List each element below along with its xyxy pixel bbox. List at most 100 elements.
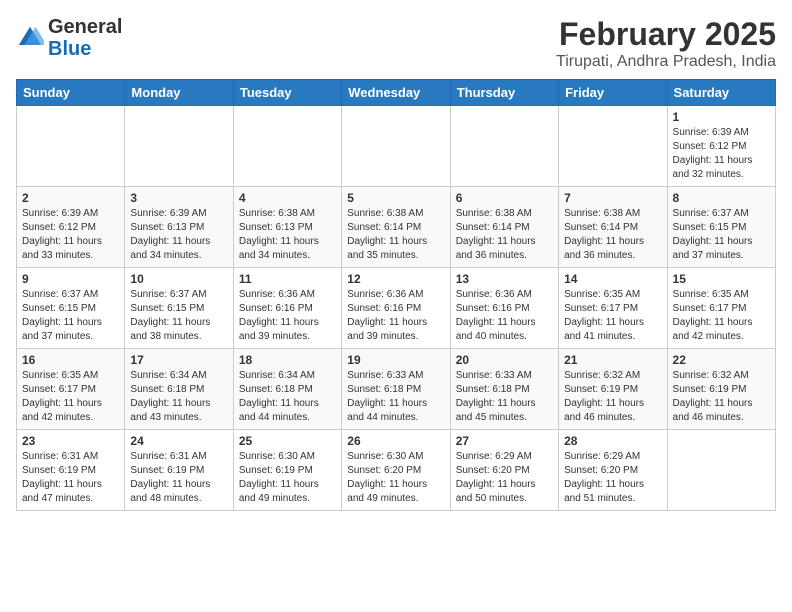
day-number: 22 [673, 353, 770, 367]
day-number: 19 [347, 353, 444, 367]
calendar-body: 1 Sunrise: 6:39 AM Sunset: 6:12 PM Daylig… [17, 106, 776, 511]
calendar-cell: 24 Sunrise: 6:31 AM Sunset: 6:19 PM Dayli… [125, 430, 233, 511]
day-info: Sunrise: 6:38 AM Sunset: 6:13 PM Dayligh… [239, 207, 336, 263]
day-info: Sunrise: 6:37 AM Sunset: 6:15 PM Dayligh… [22, 288, 119, 344]
calendar-cell [17, 106, 125, 187]
logo-icon [16, 24, 44, 52]
page-header: General Blue February 2025 Tirupati, And… [16, 16, 776, 71]
calendar-cell: 26 Sunrise: 6:30 AM Sunset: 6:20 PM Dayli… [342, 430, 450, 511]
logo-general: General [48, 16, 122, 38]
day-number: 16 [22, 353, 119, 367]
calendar-cell: 16 Sunrise: 6:35 AM Sunset: 6:17 PM Dayli… [17, 349, 125, 430]
calendar-cell [667, 430, 775, 511]
day-info: Sunrise: 6:32 AM Sunset: 6:19 PM Dayligh… [564, 369, 661, 425]
calendar-cell: 9 Sunrise: 6:37 AM Sunset: 6:15 PM Daylig… [17, 268, 125, 349]
calendar-week-3: 9 Sunrise: 6:37 AM Sunset: 6:15 PM Daylig… [17, 268, 776, 349]
calendar-week-4: 16 Sunrise: 6:35 AM Sunset: 6:17 PM Dayli… [17, 349, 776, 430]
day-info: Sunrise: 6:29 AM Sunset: 6:20 PM Dayligh… [456, 450, 553, 506]
day-number: 9 [22, 272, 119, 286]
calendar-cell: 21 Sunrise: 6:32 AM Sunset: 6:19 PM Dayli… [559, 349, 667, 430]
day-info: Sunrise: 6:30 AM Sunset: 6:19 PM Dayligh… [239, 450, 336, 506]
day-info: Sunrise: 6:31 AM Sunset: 6:19 PM Dayligh… [22, 450, 119, 506]
logo-blue: Blue [48, 38, 91, 60]
day-info: Sunrise: 6:32 AM Sunset: 6:19 PM Dayligh… [673, 369, 770, 425]
day-number: 21 [564, 353, 661, 367]
day-number: 6 [456, 191, 553, 205]
calendar-cell [125, 106, 233, 187]
calendar-cell: 20 Sunrise: 6:33 AM Sunset: 6:18 PM Dayli… [450, 349, 558, 430]
calendar-cell: 7 Sunrise: 6:38 AM Sunset: 6:14 PM Daylig… [559, 187, 667, 268]
calendar-cell: 15 Sunrise: 6:35 AM Sunset: 6:17 PM Dayli… [667, 268, 775, 349]
calendar-cell: 5 Sunrise: 6:38 AM Sunset: 6:14 PM Daylig… [342, 187, 450, 268]
calendar-cell: 12Sunrise: 6:36 AM Sunset: 6:16 PM Dayli… [342, 268, 450, 349]
weekday-thursday: Thursday [450, 80, 558, 106]
day-number: 1 [673, 110, 770, 124]
day-info: Sunrise: 6:39 AM Sunset: 6:13 PM Dayligh… [130, 207, 227, 263]
day-number: 20 [456, 353, 553, 367]
calendar-cell: 19Sunrise: 6:33 AM Sunset: 6:18 PM Dayli… [342, 349, 450, 430]
calendar-cell: 23 Sunrise: 6:31 AM Sunset: 6:19 PM Dayli… [17, 430, 125, 511]
calendar-cell: 14 Sunrise: 6:35 AM Sunset: 6:17 PM Dayli… [559, 268, 667, 349]
calendar-cell: 11 Sunrise: 6:36 AM Sunset: 6:16 PM Dayli… [233, 268, 341, 349]
calendar-cell: 28Sunrise: 6:29 AM Sunset: 6:20 PM Dayli… [559, 430, 667, 511]
day-number: 2 [22, 191, 119, 205]
weekday-friday: Friday [559, 80, 667, 106]
day-number: 27 [456, 434, 553, 448]
day-info: Sunrise: 6:34 AM Sunset: 6:18 PM Dayligh… [239, 369, 336, 425]
day-number: 14 [564, 272, 661, 286]
calendar-cell [342, 106, 450, 187]
day-info: Sunrise: 6:38 AM Sunset: 6:14 PM Dayligh… [564, 207, 661, 263]
day-number: 15 [673, 272, 770, 286]
weekday-monday: Monday [125, 80, 233, 106]
weekday-sunday: Sunday [17, 80, 125, 106]
day-number: 28 [564, 434, 661, 448]
day-info: Sunrise: 6:37 AM Sunset: 6:15 PM Dayligh… [130, 288, 227, 344]
day-number: 23 [22, 434, 119, 448]
calendar-week-5: 23 Sunrise: 6:31 AM Sunset: 6:19 PM Dayli… [17, 430, 776, 511]
month-year-title: February 2025 [556, 16, 776, 53]
day-number: 25 [239, 434, 336, 448]
day-info: Sunrise: 6:38 AM Sunset: 6:14 PM Dayligh… [347, 207, 444, 263]
day-info: Sunrise: 6:35 AM Sunset: 6:17 PM Dayligh… [673, 288, 770, 344]
day-info: Sunrise: 6:34 AM Sunset: 6:18 PM Dayligh… [130, 369, 227, 425]
day-info: Sunrise: 6:37 AM Sunset: 6:15 PM Dayligh… [673, 207, 770, 263]
day-number: 12 [347, 272, 444, 286]
day-number: 24 [130, 434, 227, 448]
calendar-cell: 27 Sunrise: 6:29 AM Sunset: 6:20 PM Dayli… [450, 430, 558, 511]
logo-text: General Blue [48, 16, 122, 60]
day-info: Sunrise: 6:36 AM Sunset: 6:16 PM Dayligh… [239, 288, 336, 344]
day-info: Sunrise: 6:35 AM Sunset: 6:17 PM Dayligh… [564, 288, 661, 344]
calendar-cell: 2 Sunrise: 6:39 AM Sunset: 6:12 PM Daylig… [17, 187, 125, 268]
day-number: 5 [347, 191, 444, 205]
weekday-tuesday: Tuesday [233, 80, 341, 106]
day-number: 8 [673, 191, 770, 205]
day-number: 11 [239, 272, 336, 286]
day-info: Sunrise: 6:39 AM Sunset: 6:12 PM Dayligh… [22, 207, 119, 263]
day-info: Sunrise: 6:33 AM Sunset: 6:18 PM Dayligh… [456, 369, 553, 425]
day-number: 7 [564, 191, 661, 205]
day-info: Sunrise: 6:35 AM Sunset: 6:17 PM Dayligh… [22, 369, 119, 425]
title-block: February 2025 Tirupati, Andhra Pradesh, … [556, 16, 776, 71]
calendar-week-1: 1 Sunrise: 6:39 AM Sunset: 6:12 PM Daylig… [17, 106, 776, 187]
logo: General Blue [16, 16, 122, 60]
day-info: Sunrise: 6:38 AM Sunset: 6:14 PM Dayligh… [456, 207, 553, 263]
day-number: 10 [130, 272, 227, 286]
day-info: Sunrise: 6:36 AM Sunset: 6:16 PM Dayligh… [456, 288, 553, 344]
weekday-header-row: SundayMondayTuesdayWednesdayThursdayFrid… [17, 80, 776, 106]
day-number: 4 [239, 191, 336, 205]
day-info: Sunrise: 6:39 AM Sunset: 6:12 PM Dayligh… [673, 126, 770, 182]
calendar-cell: 22 Sunrise: 6:32 AM Sunset: 6:19 PM Dayli… [667, 349, 775, 430]
day-number: 18 [239, 353, 336, 367]
calendar-cell: 1 Sunrise: 6:39 AM Sunset: 6:12 PM Daylig… [667, 106, 775, 187]
day-info: Sunrise: 6:30 AM Sunset: 6:20 PM Dayligh… [347, 450, 444, 506]
day-info: Sunrise: 6:31 AM Sunset: 6:19 PM Dayligh… [130, 450, 227, 506]
calendar-cell: 8 Sunrise: 6:37 AM Sunset: 6:15 PM Daylig… [667, 187, 775, 268]
calendar-cell: 10 Sunrise: 6:37 AM Sunset: 6:15 PM Dayli… [125, 268, 233, 349]
calendar-week-2: 2 Sunrise: 6:39 AM Sunset: 6:12 PM Daylig… [17, 187, 776, 268]
calendar-cell: 18 Sunrise: 6:34 AM Sunset: 6:18 PM Dayli… [233, 349, 341, 430]
weekday-wednesday: Wednesday [342, 80, 450, 106]
day-number: 26 [347, 434, 444, 448]
calendar-cell: 25 Sunrise: 6:30 AM Sunset: 6:19 PM Dayli… [233, 430, 341, 511]
location-subtitle: Tirupati, Andhra Pradesh, India [556, 53, 776, 71]
calendar-cell: 13Sunrise: 6:36 AM Sunset: 6:16 PM Dayli… [450, 268, 558, 349]
